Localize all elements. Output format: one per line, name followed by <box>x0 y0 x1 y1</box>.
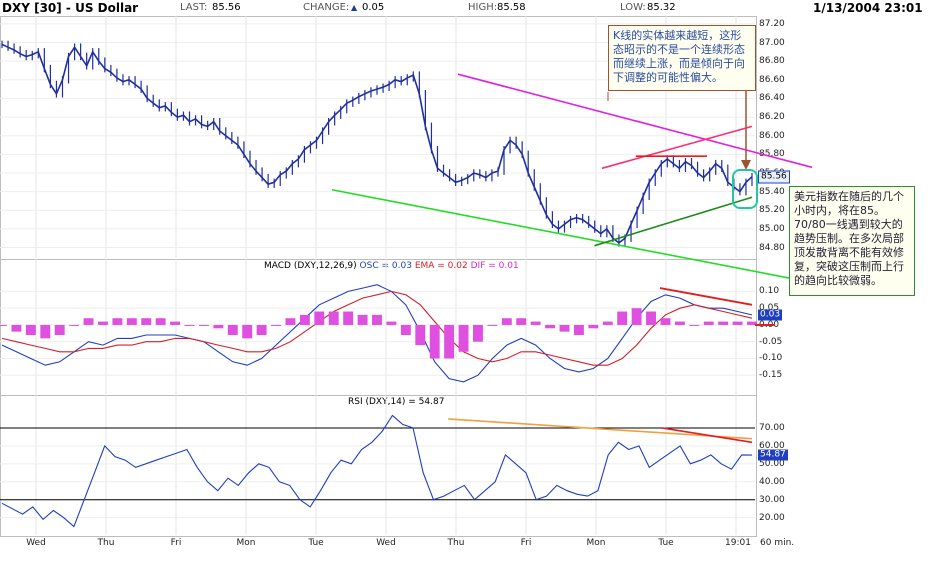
macd-histogram-bar <box>689 324 700 326</box>
macd-histogram-bar <box>314 311 325 325</box>
macd-histogram-bar <box>256 324 267 335</box>
macd-histogram-bar <box>573 324 584 335</box>
macd-histogram-bar <box>415 324 426 346</box>
macd-histogram-bar <box>54 324 65 335</box>
macd-last-badge: 0.03 <box>758 309 783 321</box>
macd-histogram-bar <box>501 318 512 325</box>
x-tick-label: Tue <box>308 538 324 548</box>
macd-histogram-bar <box>559 324 570 332</box>
macd-histogram-bar <box>271 324 281 326</box>
macd-histogram-bar <box>674 321 685 325</box>
macd-histogram-bar <box>213 324 224 329</box>
price-last-badge: 85.56 <box>758 170 790 184</box>
macd-histogram-bar <box>703 321 714 325</box>
macd-histogram-bar <box>617 311 628 325</box>
x-tick-label: Fri <box>170 538 182 548</box>
macd-histogram-bar <box>141 318 152 325</box>
x-tick-label: Thu <box>447 538 465 548</box>
macd-histogram-bar <box>602 321 613 325</box>
trendline-dark-green-wedge-lower <box>594 196 753 247</box>
macd-histogram-bar <box>227 324 238 335</box>
macd-histogram-bar <box>718 321 729 325</box>
trendline-pink-wedge-upper <box>601 125 753 170</box>
annotation-note-resistance: 美元指数在随后的几个小时内，将在85。70/80一线遇到较大的趋势压制。在多次局… <box>789 186 915 296</box>
x-tick-label: Wed <box>26 538 46 548</box>
macd-histogram-bar <box>242 324 253 339</box>
macd-histogram-bar <box>357 314 368 325</box>
annotation-arrow-head <box>741 160 751 170</box>
macd-histogram-bar <box>83 318 94 325</box>
macd-histogram-bar <box>372 314 382 325</box>
macd-histogram-bar <box>660 318 671 325</box>
series-line-ema <box>1 290 753 366</box>
x-tick-label: Wed <box>376 538 396 548</box>
x-axis-labels: Wed Thu Fri Mon Tue Wed Thu Fri Mon Tue 19:01 60 mi… <box>0 538 941 552</box>
macd-histogram-bar <box>487 324 498 326</box>
x-tick-label: Mon <box>586 538 606 548</box>
macd-histogram-bar <box>98 321 108 325</box>
interval-label: 60 min. <box>760 538 795 548</box>
macd-histogram-bar <box>473 324 483 342</box>
macd-histogram-bar <box>126 318 137 325</box>
rsi-last-badge: 54.87 <box>758 449 788 461</box>
macd-histogram-bar <box>429 324 440 359</box>
annotation-note-candles: K线的实体越来越短，这形态昭示的不是一个连续形态而继续上涨，而是倾向于向下调整的… <box>608 25 756 91</box>
macd-histogram-bar <box>11 324 22 332</box>
x-tick-label: Mon <box>236 538 256 548</box>
macd-histogram-bar <box>328 311 339 325</box>
macd-histogram-bar <box>184 324 195 326</box>
x-tick-label: Fri <box>520 538 532 548</box>
macd-histogram-bar <box>299 314 310 325</box>
macd-histogram-bar <box>400 324 411 335</box>
x-tick-label: Tue <box>658 538 674 548</box>
trendline-red-divergence <box>661 427 753 444</box>
macd-histogram-bar <box>69 324 80 326</box>
x-tick-label: 19:01 <box>725 538 751 548</box>
macd-histogram-bar <box>285 318 296 325</box>
trendline-green-support <box>331 188 813 284</box>
macd-histogram-bar <box>25 324 36 335</box>
macd-histogram-bar <box>732 321 743 325</box>
series-line-osc <box>1 284 753 383</box>
macd-histogram-bar <box>0 324 7 326</box>
macd-histogram-bar <box>40 324 51 339</box>
macd-histogram-bar <box>198 324 209 326</box>
macd-histogram-bar <box>170 321 181 325</box>
macd-histogram-bar <box>588 324 599 329</box>
x-tick-label: Thu <box>97 538 115 548</box>
macd-histogram-bar <box>458 324 469 352</box>
macd-histogram-bar <box>516 318 527 325</box>
macd-histogram-bar <box>343 311 354 325</box>
macd-histogram-bar <box>112 318 123 325</box>
macd-histogram-bar <box>444 324 455 359</box>
macd-histogram-bar <box>386 321 397 325</box>
macd-histogram-bar <box>530 321 541 325</box>
macd-histogram-bar <box>155 318 166 325</box>
macd-histogram-bar <box>631 308 642 325</box>
macd-histogram-bar <box>545 324 556 329</box>
macd-histogram-bar <box>646 311 656 325</box>
